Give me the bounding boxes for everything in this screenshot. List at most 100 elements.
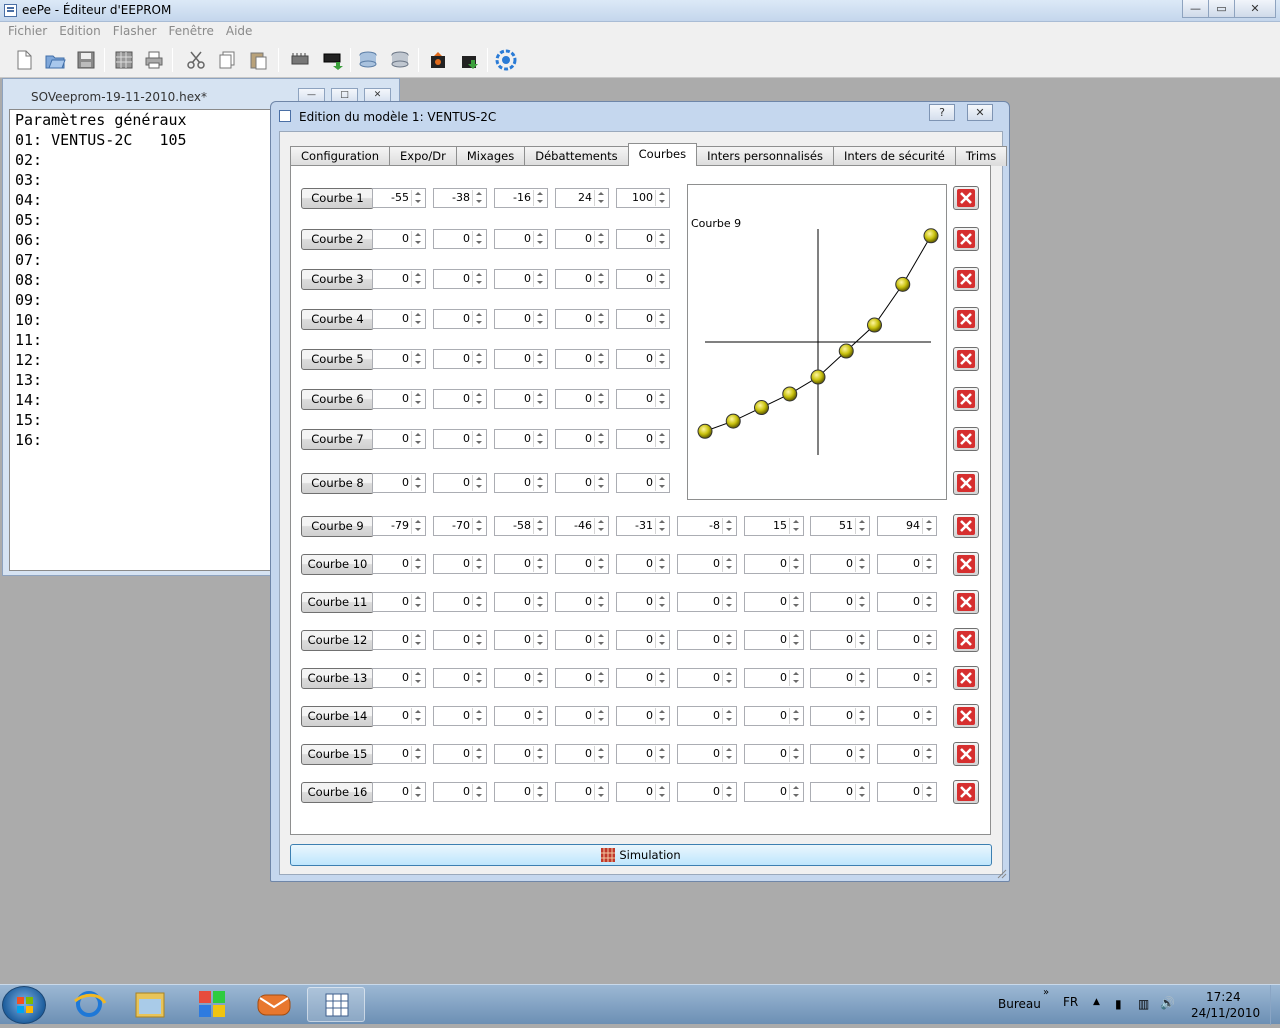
curve-point-spinbox[interactable]: 100: [616, 188, 670, 208]
spinbox-arrows-icon[interactable]: [411, 594, 424, 610]
spinbox-arrows-icon[interactable]: [533, 784, 546, 800]
curve-point-spinbox[interactable]: 0: [616, 554, 670, 574]
spinbox-arrows-icon[interactable]: [722, 518, 735, 534]
spinbox-arrows-icon[interactable]: [533, 351, 546, 367]
curve-point-spinbox[interactable]: 0: [372, 706, 426, 726]
curve-point-spinbox[interactable]: 0: [877, 706, 937, 726]
spinbox-arrows-icon[interactable]: [655, 746, 668, 762]
spinbox-arrows-icon[interactable]: [922, 784, 935, 800]
curve-point-spinbox[interactable]: 0: [744, 630, 804, 650]
curve-point-spinbox[interactable]: 0: [616, 473, 670, 493]
curve-point-spinbox[interactable]: 0: [494, 389, 548, 409]
curve-point-spinbox[interactable]: 0: [877, 630, 937, 650]
taskbar-eepe[interactable]: [307, 987, 365, 1022]
spinbox-arrows-icon[interactable]: [922, 708, 935, 724]
spinbox-arrows-icon[interactable]: [922, 518, 935, 534]
curve-point-spinbox[interactable]: 0: [616, 229, 670, 249]
spinbox-arrows-icon[interactable]: [594, 594, 607, 610]
spinbox-arrows-icon[interactable]: [411, 670, 424, 686]
spinbox-arrows-icon[interactable]: [594, 708, 607, 724]
curve-point-spinbox[interactable]: 0: [494, 630, 548, 650]
curve-point-spinbox[interactable]: 0: [555, 229, 609, 249]
clock-time[interactable]: 17:24: [1206, 990, 1241, 1004]
spinbox-arrows-icon[interactable]: [533, 231, 546, 247]
spinbox-arrows-icon[interactable]: [472, 746, 485, 762]
spinbox-arrows-icon[interactable]: [594, 746, 607, 762]
curve-point-spinbox[interactable]: 0: [555, 473, 609, 493]
spinbox-arrows-icon[interactable]: [722, 556, 735, 572]
curve-button[interactable]: Courbe 3: [301, 269, 374, 290]
curve-point-spinbox[interactable]: 0: [555, 349, 609, 369]
curve-point-spinbox[interactable]: 0: [877, 668, 937, 688]
copy-icon[interactable]: [215, 48, 239, 72]
curve-point-spinbox[interactable]: 0: [616, 782, 670, 802]
write-backup-icon[interactable]: [458, 48, 482, 72]
curve-point-spinbox[interactable]: 24: [555, 188, 609, 208]
read-backup-icon[interactable]: [427, 48, 451, 72]
curve-point-handle[interactable]: [810, 369, 826, 385]
spinbox-arrows-icon[interactable]: [855, 784, 868, 800]
curve-point-handle[interactable]: [923, 228, 939, 244]
curve-point-spinbox[interactable]: 0: [616, 349, 670, 369]
spinbox-arrows-icon[interactable]: [411, 431, 424, 447]
spinbox-arrows-icon[interactable]: [533, 670, 546, 686]
tab-1[interactable]: Expo/Dr: [389, 146, 457, 166]
spinbox-arrows-icon[interactable]: [855, 556, 868, 572]
resize-grip-icon[interactable]: [997, 869, 1007, 879]
curve-point-spinbox[interactable]: 0: [494, 782, 548, 802]
spinbox-arrows-icon[interactable]: [472, 594, 485, 610]
curve-button[interactable]: Courbe 8: [301, 473, 374, 494]
spinbox-arrows-icon[interactable]: [594, 632, 607, 648]
curve-point-spinbox[interactable]: 0: [433, 630, 487, 650]
curve-point-spinbox[interactable]: 0: [372, 668, 426, 688]
spinbox-arrows-icon[interactable]: [411, 708, 424, 724]
curve-point-handle[interactable]: [838, 343, 854, 359]
spinbox-arrows-icon[interactable]: [855, 708, 868, 724]
taskbar-windows-app[interactable]: [183, 987, 241, 1022]
curve-point-spinbox[interactable]: 0: [555, 592, 609, 612]
spinbox-arrows-icon[interactable]: [789, 784, 802, 800]
delete-curve-button[interactable]: [953, 267, 979, 291]
curve-point-spinbox[interactable]: 0: [877, 782, 937, 802]
curve-point-spinbox[interactable]: 0: [433, 429, 487, 449]
curve-button[interactable]: Courbe 10: [301, 554, 374, 575]
delete-curve-button[interactable]: [953, 307, 979, 331]
curve-point-spinbox[interactable]: 0: [616, 429, 670, 449]
curve-point-spinbox[interactable]: 0: [810, 554, 870, 574]
read-flash-icon[interactable]: [289, 48, 313, 72]
toolbar-bureau[interactable]: Bureau: [998, 997, 1041, 1011]
spinbox-arrows-icon[interactable]: [533, 594, 546, 610]
spinbox-arrows-icon[interactable]: [594, 351, 607, 367]
write-eeprom-icon[interactable]: [389, 48, 413, 72]
curve-point-spinbox[interactable]: 0: [677, 554, 737, 574]
curve-button[interactable]: Courbe 11: [301, 592, 374, 613]
curve-point-spinbox[interactable]: 0: [494, 309, 548, 329]
tab-2[interactable]: Mixages: [455, 146, 526, 166]
menu-3[interactable]: Fenêtre: [163, 22, 220, 42]
curve-point-spinbox[interactable]: 0: [433, 349, 487, 369]
start-button[interactable]: [2, 986, 46, 1024]
curve-point-handle[interactable]: [895, 276, 911, 292]
spinbox-arrows-icon[interactable]: [655, 431, 668, 447]
spinbox-arrows-icon[interactable]: [655, 594, 668, 610]
curve-point-spinbox[interactable]: 0: [616, 744, 670, 764]
spinbox-arrows-icon[interactable]: [472, 556, 485, 572]
curve-point-spinbox[interactable]: 0: [744, 782, 804, 802]
spinbox-arrows-icon[interactable]: [855, 670, 868, 686]
spinbox-arrows-icon[interactable]: [594, 784, 607, 800]
spinbox-arrows-icon[interactable]: [594, 190, 607, 206]
help-button[interactable]: ?: [929, 104, 955, 121]
curve-point-spinbox[interactable]: 0: [810, 782, 870, 802]
curve-point-spinbox[interactable]: 0: [677, 592, 737, 612]
spinbox-arrows-icon[interactable]: [722, 784, 735, 800]
curve-point-spinbox[interactable]: 0: [810, 706, 870, 726]
curve-button[interactable]: Courbe 12: [301, 630, 374, 651]
spinbox-arrows-icon[interactable]: [411, 271, 424, 287]
spinbox-arrows-icon[interactable]: [594, 475, 607, 491]
spinbox-arrows-icon[interactable]: [411, 475, 424, 491]
curve-point-spinbox[interactable]: -46: [555, 516, 609, 536]
curve-point-handle[interactable]: [867, 317, 882, 333]
curve-point-spinbox[interactable]: 0: [677, 744, 737, 764]
curve-point-handle[interactable]: [754, 400, 769, 416]
curve-point-spinbox[interactable]: 0: [744, 744, 804, 764]
